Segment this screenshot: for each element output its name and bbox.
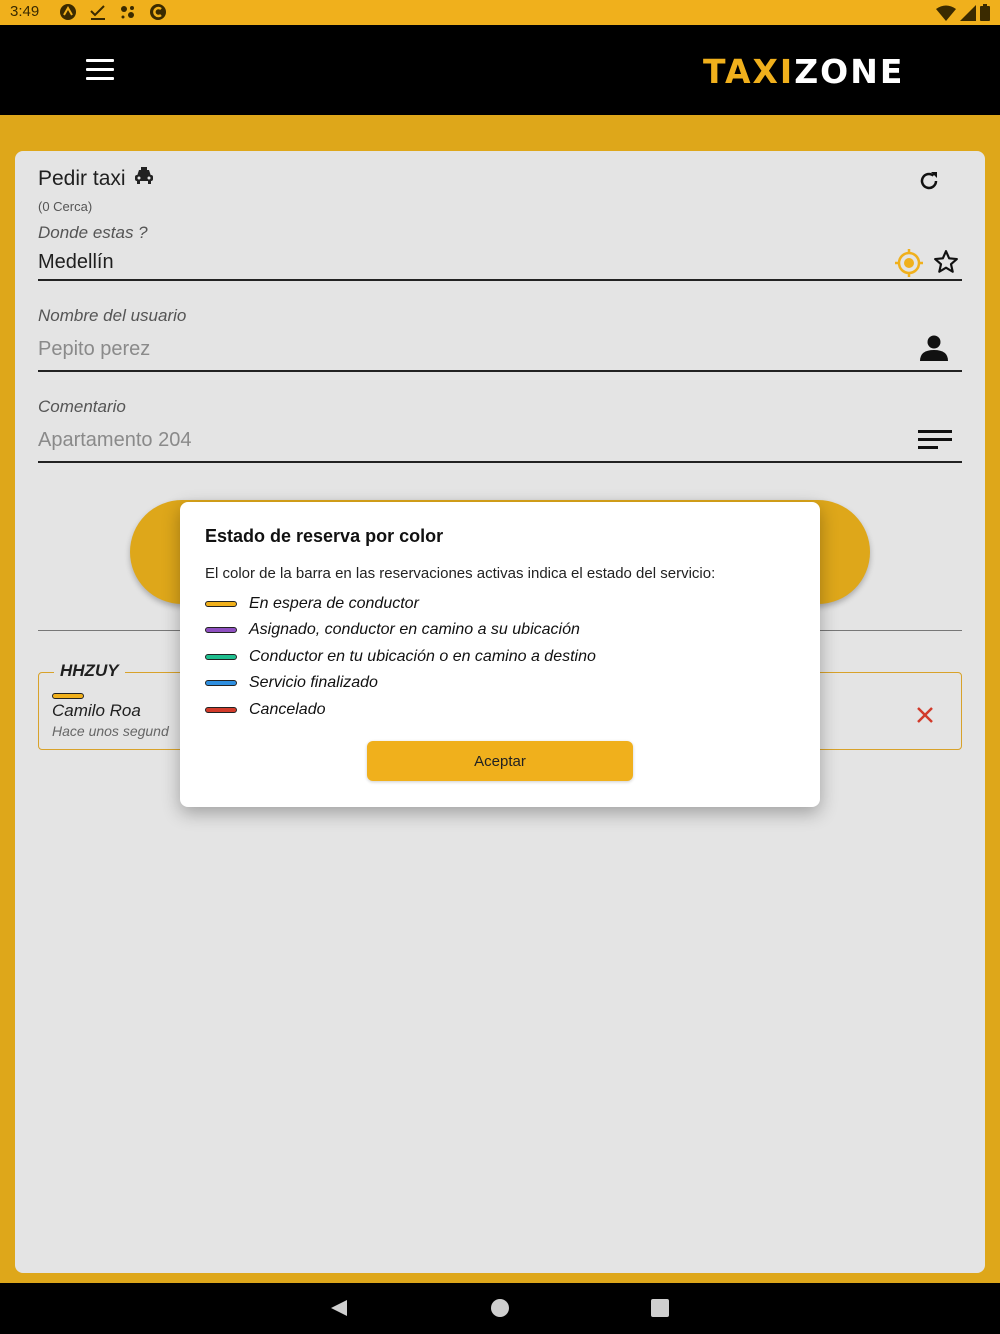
legend-swatch — [205, 601, 237, 607]
legend-label: Asignado, conductor en camino a su ubica… — [249, 621, 580, 638]
legend-label: Conductor en tu ubicación o en camino a … — [249, 648, 596, 665]
navigation-bar — [0, 1283, 1000, 1334]
dialog-description: El color de la barra en las reservacione… — [205, 565, 716, 582]
color-legend-dialog: Estado de reserva por color El color de … — [180, 502, 820, 807]
legend-swatch — [205, 654, 237, 660]
legend-label: Cancelado — [249, 701, 326, 718]
recents-icon[interactable] — [650, 1298, 670, 1323]
status-icons-right — [936, 4, 990, 26]
legend-item: Conductor en tu ubicación o en camino a … — [205, 646, 596, 668]
home-icon[interactable] — [490, 1298, 510, 1323]
signal-icon — [960, 4, 976, 26]
accept-button[interactable]: Aceptar — [367, 741, 633, 781]
legend-label: En espera de conductor — [249, 595, 419, 612]
legend-label: Servicio finalizado — [249, 674, 378, 691]
dialog-title: Estado de reserva por color — [205, 526, 444, 546]
legend-item: Servicio finalizado — [205, 672, 378, 694]
legend-swatch — [205, 627, 237, 633]
legend-swatch — [205, 680, 237, 686]
legend-item: Cancelado — [205, 699, 326, 721]
circle-c-icon — [148, 3, 168, 21]
status-bar: 3:49 — [0, 0, 1000, 25]
status-time: 3:49 — [10, 3, 40, 20]
legend-swatch — [205, 707, 237, 713]
battery-icon — [980, 4, 990, 26]
wifi-icon — [936, 5, 956, 26]
back-icon[interactable] — [329, 1298, 349, 1323]
legend-item: Asignado, conductor en camino a su ubica… — [205, 619, 580, 641]
a-icon — [58, 3, 78, 21]
check-icon — [88, 3, 108, 21]
status-icons-left — [58, 3, 168, 21]
legend-item: En espera de conductor — [205, 593, 419, 615]
assistant-icon — [118, 3, 138, 21]
